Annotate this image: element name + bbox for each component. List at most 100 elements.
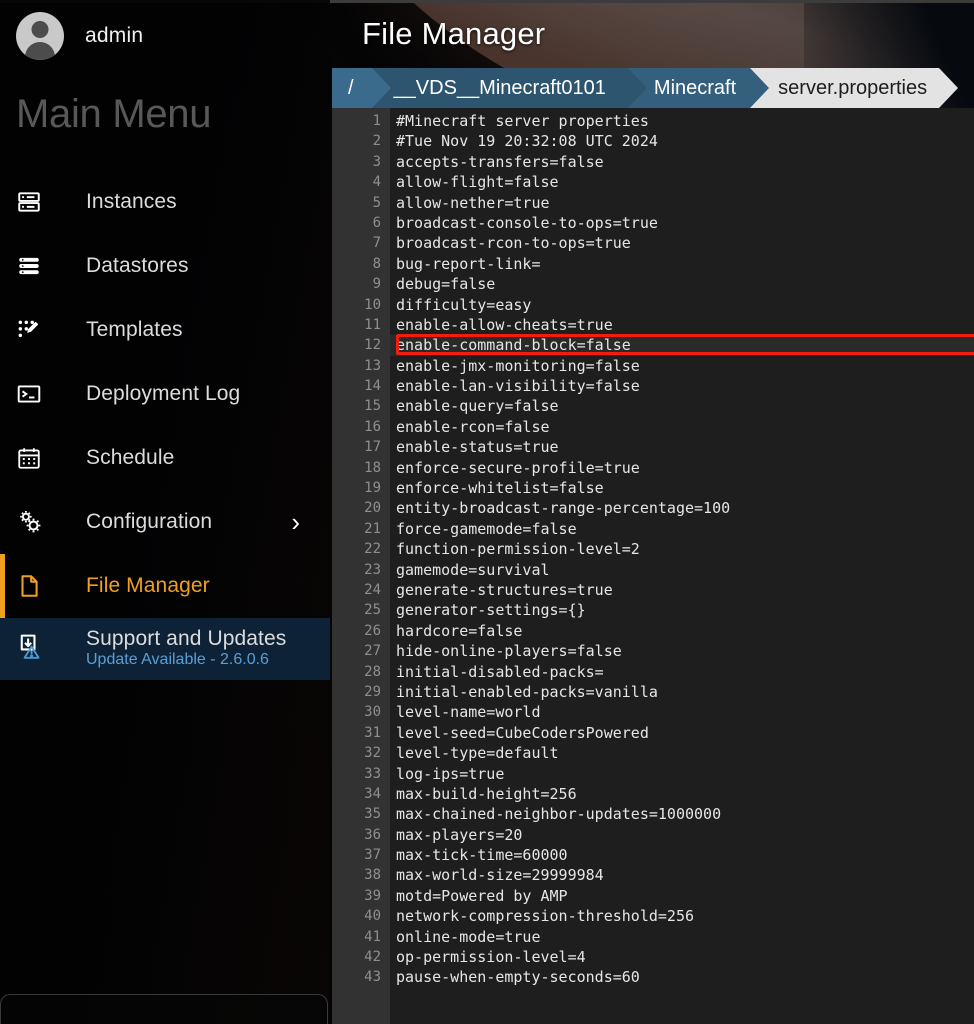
- datastore-icon: [16, 253, 56, 279]
- line-number: 41: [364, 928, 381, 945]
- line-number: 34: [364, 785, 381, 802]
- code-line[interactable]: 9 debug=false: [332, 274, 974, 294]
- code-line[interactable]: 31 level-seed=CubeCodersPowered: [332, 723, 974, 743]
- sidebar-item-label: Templates: [86, 318, 183, 341]
- sidebar-item-label: Configuration: [86, 510, 213, 533]
- breadcrumb-item-root[interactable]: /: [332, 68, 393, 108]
- code-line[interactable]: 6 broadcast-console-to-ops=true: [332, 213, 974, 233]
- line-number: 3: [372, 153, 381, 170]
- sidebar-item-label: Schedule: [86, 446, 175, 469]
- code-line[interactable]: 19 enforce-whitelist=false: [332, 478, 974, 498]
- code-line[interactable]: 12 enable-command-block=false: [332, 335, 974, 357]
- breadcrumb-arrow: [627, 68, 647, 108]
- code-line[interactable]: 35 max-chained-neighbor-updates=1000000: [332, 804, 974, 824]
- sidebar-item-templates[interactable]: Templates: [0, 298, 330, 362]
- breadcrumb: / __VDS__Minecraft0101 Minecraft server.…: [332, 68, 959, 108]
- line-text: level-seed=CubeCodersPowered: [396, 723, 649, 742]
- code-line[interactable]: 43 pause-when-empty-seconds=60: [332, 967, 974, 987]
- code-line[interactable]: 15 enable-query=false: [332, 396, 974, 416]
- code-line[interactable]: 18 enforce-secure-profile=true: [332, 458, 974, 478]
- code-line[interactable]: 41 online-mode=true: [332, 927, 974, 947]
- code-line[interactable]: 5 allow-nether=true: [332, 193, 974, 213]
- code-line[interactable]: 10 difficulty=easy: [332, 295, 974, 315]
- code-line[interactable]: 22 function-permission-level=2: [332, 539, 974, 559]
- code-line[interactable]: 27 hide-online-players=false: [332, 641, 974, 661]
- code-line[interactable]: 34 max-build-height=256: [332, 784, 974, 804]
- user-profile[interactable]: admin: [0, 0, 330, 72]
- code-line[interactable]: 11 enable-allow-cheats=true: [332, 315, 974, 335]
- line-text: function-permission-level=2: [396, 540, 640, 559]
- code-line[interactable]: 42 op-permission-level=4: [332, 947, 974, 967]
- line-number: 36: [364, 826, 381, 843]
- line-text: #Minecraft server properties: [396, 112, 649, 130]
- code-line[interactable]: 28 initial-disabled-packs=: [332, 662, 974, 682]
- line-number: 12: [364, 337, 381, 354]
- code-line[interactable]: 4 allow-flight=false: [332, 172, 974, 192]
- sidebar-item-support-and-updates[interactable]: Support and Updates Update Available - 2…: [0, 618, 330, 680]
- breadcrumb-label: __VDS__Minecraft0101: [393, 76, 606, 99]
- line-number: 10: [364, 296, 381, 313]
- code-line[interactable]: 21 force-gamemode=false: [332, 519, 974, 539]
- code-line[interactable]: 14 enable-lan-visibility=false: [332, 376, 974, 396]
- code-line[interactable]: 40 network-compression-threshold=256: [332, 906, 974, 926]
- line-number: 17: [364, 439, 381, 456]
- code-line[interactable]: 36 max-players=20: [332, 825, 974, 845]
- code-line[interactable]: 25 generator-settings={}: [332, 600, 974, 620]
- code-line[interactable]: 17 enable-status=true: [332, 437, 974, 457]
- code-line[interactable]: 8 bug-report-link=: [332, 254, 974, 274]
- code-line[interactable]: 3 accepts-transfers=false: [332, 152, 974, 172]
- file-document-icon: [16, 573, 56, 599]
- line-text: enable-command-block=false: [390, 335, 974, 356]
- code-line[interactable]: 24 generate-structures=true: [332, 580, 974, 600]
- line-text: #Tue Nov 19 20:32:08 UTC 2024: [396, 132, 658, 151]
- line-number: 19: [364, 480, 381, 497]
- code-line[interactable]: 33 log-ips=true: [332, 764, 974, 784]
- line-number: 38: [364, 867, 381, 884]
- code-line[interactable]: 26 hardcore=false: [332, 621, 974, 641]
- line-number: 9: [372, 276, 381, 293]
- line-text: broadcast-rcon-to-ops=true: [396, 234, 631, 253]
- sidebar-item-instances[interactable]: Instances: [0, 170, 330, 234]
- download-warning-icon: [16, 631, 56, 661]
- line-text: force-gamemode=false: [396, 519, 577, 538]
- code-line[interactable]: 2 #Tue Nov 19 20:32:08 UTC 2024: [332, 131, 974, 151]
- sidebar: admin Main Menu Instances Datastores Tem…: [0, 0, 330, 1024]
- breadcrumb-item-instance[interactable]: __VDS__Minecraft0101: [371, 68, 649, 108]
- main-menu-heading: Main Menu: [16, 92, 212, 136]
- code-line[interactable]: 7 broadcast-rcon-to-ops=true: [332, 233, 974, 253]
- sidebar-item-file-manager[interactable]: File Manager: [0, 554, 330, 618]
- file-manager-window: admin Main Menu Instances Datastores Tem…: [0, 0, 974, 1024]
- code-lines[interactable]: 1 #Minecraft server properties 2 #Tue Nov 1…: [332, 108, 974, 988]
- code-line[interactable]: 37 max-tick-time=60000: [332, 845, 974, 865]
- code-line[interactable]: 30 level-name=world: [332, 702, 974, 722]
- code-line[interactable]: 23 gamemode=survival: [332, 560, 974, 580]
- line-text: debug=false: [396, 275, 496, 294]
- line-text: op-permission-level=4: [396, 948, 586, 967]
- line-number: 13: [364, 357, 381, 374]
- line-number: 29: [364, 683, 381, 700]
- line-number: 5: [372, 194, 381, 211]
- line-number: 28: [364, 663, 381, 680]
- breadcrumb-item-file[interactable]: server.properties: [750, 68, 959, 108]
- line-number: 32: [364, 745, 381, 762]
- code-line[interactable]: 29 initial-enabled-packs=vanilla: [332, 682, 974, 702]
- file-editor[interactable]: 1 #Minecraft server properties 2 #Tue Nov 1…: [332, 108, 974, 1024]
- code-line[interactable]: 16 enable-rcon=false: [332, 417, 974, 437]
- code-line[interactable]: 13 enable-jmx-monitoring=false: [332, 356, 974, 376]
- sidebar-item-schedule[interactable]: Schedule: [0, 426, 330, 490]
- line-number: 14: [364, 378, 381, 395]
- templates-edit-icon: [16, 317, 56, 343]
- sidebar-item-deployment-log[interactable]: Deployment Log: [0, 362, 330, 426]
- terminal-icon: [16, 381, 56, 407]
- line-text: initial-disabled-packs=: [396, 662, 604, 681]
- breadcrumb-arrow: [371, 68, 391, 108]
- code-line[interactable]: 32 level-type=default: [332, 743, 974, 763]
- sidebar-item-datastores[interactable]: Datastores: [0, 234, 330, 298]
- line-text: hide-online-players=false: [396, 642, 622, 661]
- code-line[interactable]: 39 motd=Powered by AMP: [332, 886, 974, 906]
- sidebar-item-configuration[interactable]: Configuration ›: [0, 490, 330, 554]
- line-number: 35: [364, 806, 381, 823]
- code-line[interactable]: 1 #Minecraft server properties: [332, 111, 974, 131]
- code-line[interactable]: 38 max-world-size=29999984: [332, 865, 974, 885]
- code-line[interactable]: 20 entity-broadcast-range-percentage=100: [332, 498, 974, 518]
